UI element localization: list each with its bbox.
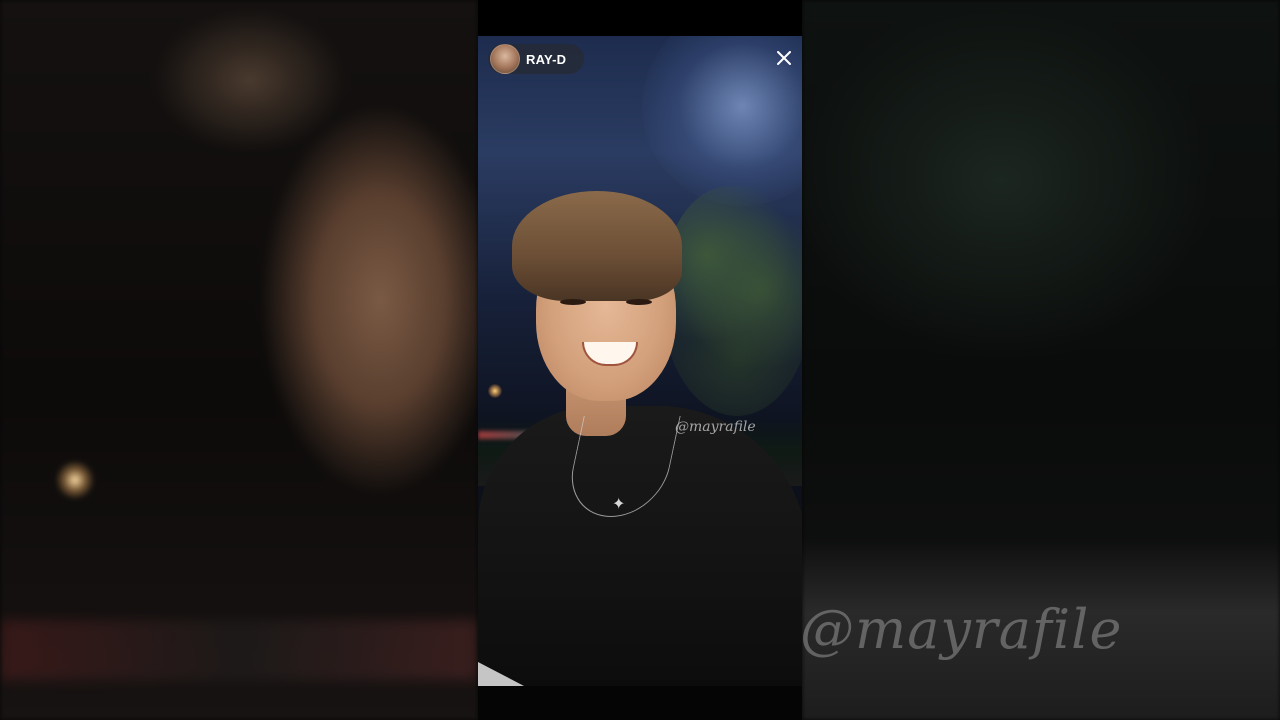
avatar[interactable] [490, 44, 520, 74]
screen: @mayrafile ✦ RAY-D @mayrafile [0, 0, 1280, 720]
story-bottom-bar [478, 686, 802, 720]
story-viewer[interactable]: ✦ RAY-D @mayrafile [478, 36, 802, 686]
username[interactable]: RAY-D [526, 52, 566, 67]
story-watermark: @mayrafile [675, 419, 756, 435]
profile-chip[interactable]: RAY-D [488, 44, 585, 74]
person: ✦ [478, 36, 802, 686]
background-watermark: @mayrafile [800, 598, 1123, 661]
person-hair [512, 191, 682, 301]
star-pendant-icon: ✦ [612, 496, 626, 513]
close-button[interactable] [774, 48, 794, 68]
person-eye-right [626, 299, 652, 305]
person-eye-left [560, 299, 586, 305]
streetlight-blur [55, 460, 95, 500]
corner-sticker [478, 662, 524, 686]
story-top-bar [478, 0, 802, 36]
close-icon [777, 51, 791, 65]
road-lights-blur [0, 620, 478, 680]
blurred-background-left [0, 0, 478, 720]
